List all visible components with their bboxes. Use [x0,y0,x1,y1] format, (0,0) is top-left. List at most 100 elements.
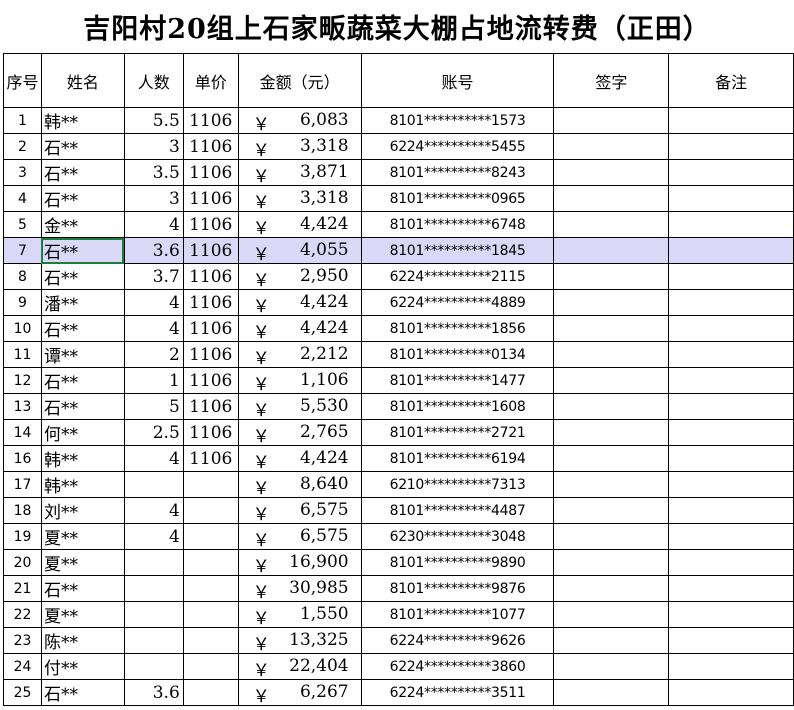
name-cell[interactable]: 潘** [40,289,125,316]
row-index-cell[interactable]: 7 [3,237,42,264]
row-index-cell[interactable]: 14 [3,419,42,446]
row-index-cell[interactable]: 20 [3,549,42,576]
signature-cell[interactable] [553,159,670,186]
signature-cell[interactable] [553,315,670,342]
amount-cell[interactable]: ￥ 1,550 [237,601,362,628]
row-index-cell[interactable]: 18 [3,497,42,524]
row-index-cell[interactable]: 23 [3,627,42,654]
name-cell[interactable]: 金** [40,211,125,238]
price-cell[interactable] [182,549,239,576]
amount-cell[interactable]: ￥ 3,871 [237,159,362,186]
price-cell[interactable] [182,523,239,550]
signature-cell[interactable] [553,549,670,576]
people-cell[interactable]: 4 [123,497,184,524]
price-cell[interactable]: 1106 [182,133,239,160]
price-cell[interactable]: 1106 [182,159,239,186]
row-index-cell[interactable]: 4 [3,185,42,212]
account-cell[interactable]: 8101**********1608 [360,393,555,420]
row-index-cell[interactable]: 1 [3,107,42,134]
row-index-cell[interactable]: 10 [3,315,42,342]
amount-cell[interactable]: ￥ 4,424 [237,211,362,238]
note-cell[interactable] [668,653,794,680]
account-cell[interactable]: 8101**********0965 [360,185,555,212]
signature-cell[interactable] [553,263,670,290]
account-cell[interactable]: 8101**********6748 [360,211,555,238]
header-people[interactable]: 人数 [123,53,184,108]
note-cell[interactable] [668,185,794,212]
name-cell[interactable]: 石** [40,367,125,394]
price-cell[interactable]: 1106 [182,185,239,212]
signature-cell[interactable] [553,601,670,628]
row-index-cell[interactable]: 22 [3,601,42,628]
row-index-cell[interactable]: 9 [3,289,42,316]
note-cell[interactable] [668,263,794,290]
row-index-cell[interactable]: 24 [3,653,42,680]
account-cell[interactable]: 6224**********3860 [360,653,555,680]
price-cell[interactable]: 1106 [182,315,239,342]
name-cell[interactable]: 石** [40,159,125,186]
people-cell[interactable]: 3.6 [123,237,184,264]
account-cell[interactable]: 8101**********4487 [360,497,555,524]
people-cell[interactable] [123,601,184,628]
people-cell[interactable]: 4 [123,315,184,342]
signature-cell[interactable] [553,679,670,706]
header-note[interactable]: 备注 [668,53,794,108]
row-index-cell[interactable]: 8 [3,263,42,290]
header-signature[interactable]: 签字 [553,53,670,108]
note-cell[interactable] [668,471,794,498]
signature-cell[interactable] [553,341,670,368]
note-cell[interactable] [668,419,794,446]
amount-cell[interactable]: ￥ 22,404 [237,653,362,680]
signature-cell[interactable] [553,445,670,472]
account-cell[interactable]: 8101**********8243 [360,159,555,186]
row-index-cell[interactable]: 13 [3,393,42,420]
price-cell[interactable]: 1106 [182,367,239,394]
amount-cell[interactable]: ￥ 6,083 [237,107,362,134]
amount-cell[interactable]: ￥ 1,106 [237,367,362,394]
note-cell[interactable] [668,601,794,628]
people-cell[interactable] [123,627,184,654]
people-cell[interactable]: 3.7 [123,263,184,290]
name-cell[interactable]: 石** [40,679,125,706]
header-index[interactable]: 序号 [3,53,42,108]
name-cell[interactable]: 韩** [40,471,125,498]
account-cell[interactable]: 6230**********3048 [360,523,555,550]
note-cell[interactable] [668,679,794,706]
row-index-cell[interactable]: 17 [3,471,42,498]
signature-cell[interactable] [553,107,670,134]
name-cell[interactable]: 韩** [40,107,125,134]
name-cell[interactable]: 刘** [40,497,125,524]
price-cell[interactable]: 1106 [182,419,239,446]
people-cell[interactable]: 5.5 [123,107,184,134]
amount-cell[interactable]: ￥ 6,267 [237,679,362,706]
price-cell[interactable] [182,627,239,654]
account-cell[interactable]: 8101**********0134 [360,341,555,368]
name-cell[interactable]: 石** [40,393,125,420]
note-cell[interactable] [668,523,794,550]
signature-cell[interactable] [553,575,670,602]
amount-cell[interactable]: ￥ 4,055 [237,237,362,264]
note-cell[interactable] [668,315,794,342]
signature-cell[interactable] [553,367,670,394]
price-cell[interactable]: 1106 [182,445,239,472]
account-cell[interactable]: 8101**********2721 [360,419,555,446]
people-cell[interactable]: 3.6 [123,679,184,706]
people-cell[interactable]: 1 [123,367,184,394]
people-cell[interactable]: 4 [123,289,184,316]
account-cell[interactable]: 6224**********5455 [360,133,555,160]
name-cell[interactable]: 夏** [40,549,125,576]
signature-cell[interactable] [553,419,670,446]
note-cell[interactable] [668,237,794,264]
row-index-cell[interactable]: 11 [3,341,42,368]
amount-cell[interactable]: ￥ 30,985 [237,575,362,602]
amount-cell[interactable]: ￥ 8,640 [237,471,362,498]
note-cell[interactable] [668,211,794,238]
people-cell[interactable] [123,471,184,498]
note-cell[interactable] [668,133,794,160]
signature-cell[interactable] [553,497,670,524]
note-cell[interactable] [668,289,794,316]
note-cell[interactable] [668,107,794,134]
amount-cell[interactable]: ￥ 6,575 [237,497,362,524]
row-index-cell[interactable]: 3 [3,159,42,186]
account-cell[interactable]: 8101**********9890 [360,549,555,576]
